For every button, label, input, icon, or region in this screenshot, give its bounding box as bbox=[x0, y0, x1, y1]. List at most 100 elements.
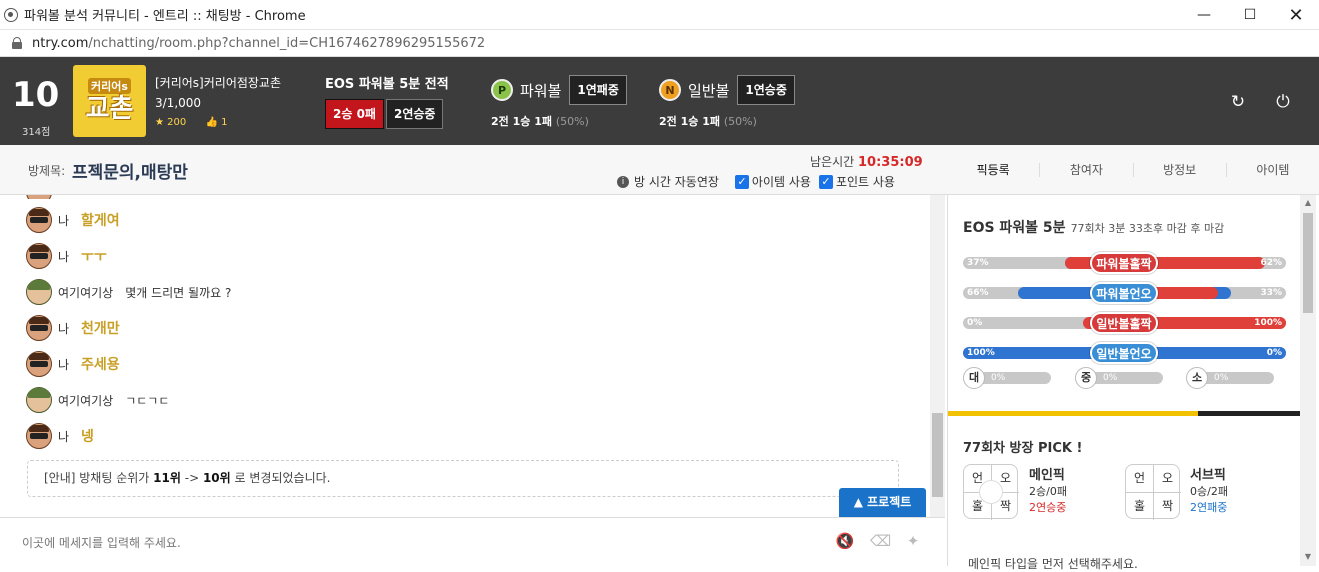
pick-center-dot bbox=[979, 480, 1003, 504]
powerball-icon: P bbox=[491, 79, 513, 101]
chat-nick[interactable]: 나 bbox=[58, 248, 69, 265]
pick-hint: 메인픽 타입을 먼저 선택해주세요. bbox=[968, 557, 1138, 571]
chat-nick[interactable]: 여기여기상 bbox=[58, 392, 113, 409]
use-item-label[interactable]: 아이템 사용 bbox=[752, 173, 811, 190]
mute-icon[interactable]: 🔇 bbox=[835, 532, 855, 550]
chat-nick[interactable]: 나 bbox=[58, 320, 69, 337]
chat-nick[interactable]: 나 bbox=[58, 356, 69, 373]
chat-message-input[interactable] bbox=[22, 532, 802, 554]
list-item: 나 넹 bbox=[26, 423, 94, 449]
chat-nick[interactable]: 여기여기상 bbox=[58, 284, 113, 301]
address-bar[interactable]: ntry.com/nchatting/room.php?channel_id=C… bbox=[0, 30, 1319, 57]
bar-left-percent: 0% bbox=[967, 318, 983, 328]
bar-left-percent: 66% bbox=[967, 288, 989, 298]
sub-pick-info: 서브픽 0승/2패 2연패중 bbox=[1190, 468, 1228, 514]
window-title: 파워볼 분석 커뮤니티 - 엔트리 :: 채팅방 - Chrome bbox=[24, 9, 306, 24]
chat-nick[interactable]: 나 bbox=[58, 428, 69, 445]
bar-left-percent: 37% bbox=[967, 258, 989, 268]
pick-odd[interactable]: 홀 bbox=[1126, 493, 1153, 520]
minimize-button[interactable]: — bbox=[1181, 0, 1227, 30]
bar-label: 파워볼언오 bbox=[1090, 282, 1158, 304]
project-button[interactable]: ▲ 프로젝트 bbox=[839, 488, 926, 517]
tab-items[interactable]: 아이템 bbox=[1227, 163, 1319, 177]
list-item: 나 천개만 bbox=[26, 315, 120, 341]
info-icon: i bbox=[617, 175, 629, 188]
maximize-button[interactable]: ☐ bbox=[1227, 0, 1273, 30]
panel-tabs: 픽등록 참여자 방정보 아이템 bbox=[947, 145, 1319, 195]
close-button[interactable]: ✕ bbox=[1273, 0, 1319, 30]
thumbs-up-icon: 👍 1 bbox=[205, 117, 228, 128]
star-icon: ★ 200 bbox=[155, 117, 187, 128]
bar-label: 일반볼홀짝 bbox=[1090, 312, 1158, 334]
pick-over[interactable]: 오 bbox=[1154, 465, 1181, 492]
use-point-checkbox[interactable]: ✓ bbox=[818, 174, 833, 189]
sub-pick-grid[interactable]: 언 오 홀 짝 bbox=[1125, 464, 1181, 520]
chat-text: 주세용 bbox=[81, 357, 120, 373]
percentage-bar: 100% 0% 일반볼언오 bbox=[963, 342, 1286, 364]
bar-right-percent: 100% bbox=[1254, 318, 1282, 328]
pick-even[interactable]: 짝 bbox=[1154, 493, 1181, 520]
list-item: 여기여기상 몇개 드리면 될까요 ? bbox=[26, 279, 231, 305]
panel-scrollbar[interactable]: ▲ ▼ bbox=[1300, 195, 1316, 566]
pick-panel: EOS 파워볼 5분 77회차 3분 33초후 마감 후 마감 37% 62% 파워볼… bbox=[947, 195, 1301, 571]
avatar[interactable] bbox=[26, 423, 52, 449]
rank-change-notice: [안내] 방채팅 순위가 11위 -> 10위 로 변경되었습니다. bbox=[27, 460, 899, 497]
list-item: 나 주세용 bbox=[26, 351, 120, 377]
window-titlebar: 파워볼 분석 커뮤니티 - 엔트리 :: 채팅방 - Chrome — ☐ ✕ bbox=[0, 0, 1319, 30]
refresh-icon[interactable]: ↻ bbox=[1229, 93, 1247, 111]
room-rank: 10 bbox=[12, 75, 60, 115]
size-large-icon: 대 bbox=[963, 367, 985, 389]
percentage-bar: 37% 62% 파워볼홀짝 bbox=[963, 252, 1286, 274]
percentage-bar: 0% 100% 일반볼홀짝 bbox=[963, 312, 1286, 334]
avatar bbox=[26, 195, 52, 199]
avatar[interactable] bbox=[26, 387, 52, 413]
avatar[interactable] bbox=[26, 279, 52, 305]
scroll-down-icon[interactable]: ▼ bbox=[1303, 552, 1313, 562]
room-rank-points: 314점 bbox=[22, 127, 51, 138]
use-point-label[interactable]: 포인트 사용 bbox=[836, 173, 895, 190]
avatar[interactable] bbox=[26, 243, 52, 269]
main-pick-grid[interactable]: 언 오 홀 짝 bbox=[963, 464, 1019, 520]
size-medium-icon: 중 bbox=[1075, 367, 1097, 389]
size-medium-bar: 중 0% bbox=[1075, 367, 1163, 389]
chat-area[interactable]: 나 할게여 나 ㅜㅜ 여기여기상 몇개 드리면 될까요 ? 나 천개만 나 주세… bbox=[0, 195, 930, 517]
room-title: 프젝문의,매탕만 bbox=[72, 163, 188, 183]
eos-streak-badge: 2연승중 bbox=[385, 99, 444, 129]
normalball-streak: 1연승중 bbox=[737, 75, 795, 105]
room-thumbnail[interactable]: 커리어s 교촌 bbox=[73, 65, 146, 137]
powerball-stat: P 파워볼 1연패중 bbox=[491, 75, 627, 105]
use-item-checkbox[interactable]: ✓ bbox=[734, 174, 749, 189]
scrollbar-thumb[interactable] bbox=[932, 413, 943, 497]
avatar[interactable] bbox=[26, 207, 52, 233]
bar-right-percent: 33% bbox=[1260, 288, 1282, 298]
tab-pick-register[interactable]: 픽등록 bbox=[947, 163, 1041, 177]
avatar[interactable] bbox=[26, 351, 52, 377]
auto-extend-label[interactable]: 방 시간 자동연장 bbox=[634, 173, 719, 190]
room-subheader: 방제목: 프젝문의,매탕만 남은시간 10:35:09 i 방 시간 자동연장 … bbox=[0, 145, 1319, 195]
tab-room-info[interactable]: 방정보 bbox=[1134, 163, 1227, 177]
chat-scrollbar[interactable] bbox=[930, 195, 945, 517]
normalball-stat: N 일반볼 1연승중 bbox=[659, 75, 795, 105]
bar-right-percent: 62% bbox=[1260, 258, 1282, 268]
like-count: 1 bbox=[221, 117, 228, 128]
normalball-icon: N bbox=[659, 79, 681, 101]
url-text[interactable]: ntry.com/nchatting/room.php?channel_id=C… bbox=[32, 36, 485, 51]
bar-left-percent: 100% bbox=[967, 348, 995, 358]
chat-input-bar: 🔇 ⌫ ✦ bbox=[0, 517, 945, 566]
tab-participants[interactable]: 참여자 bbox=[1040, 163, 1134, 177]
list-item: 나 ㅜㅜ bbox=[26, 243, 107, 269]
scrollbar-thumb[interactable] bbox=[1303, 213, 1313, 313]
power-icon[interactable]: ⏻ bbox=[1274, 93, 1292, 111]
eraser-icon[interactable]: ⌫ bbox=[870, 532, 891, 550]
scroll-up-icon[interactable]: ▲ bbox=[1303, 198, 1313, 208]
chat-text: 할게여 bbox=[81, 213, 120, 229]
avatar[interactable] bbox=[26, 315, 52, 341]
magic-wand-icon[interactable]: ✦ bbox=[903, 532, 923, 550]
chat-nick[interactable]: 나 bbox=[58, 212, 69, 229]
chat-text: 넹 bbox=[81, 429, 94, 445]
chat-text: ㅜㅜ bbox=[81, 249, 107, 265]
pick-title: 77회차 방장 PICK ! bbox=[963, 441, 1083, 456]
room-info: [커리어s]커리어점장교촌 3/1,000 ★ 200 👍 1 bbox=[155, 73, 281, 133]
pick-under[interactable]: 언 bbox=[1126, 465, 1153, 492]
room-header: 10 314점 커리어s 교촌 [커리어s]커리어점장교촌 3/1,000 ★ … bbox=[0, 57, 1319, 145]
